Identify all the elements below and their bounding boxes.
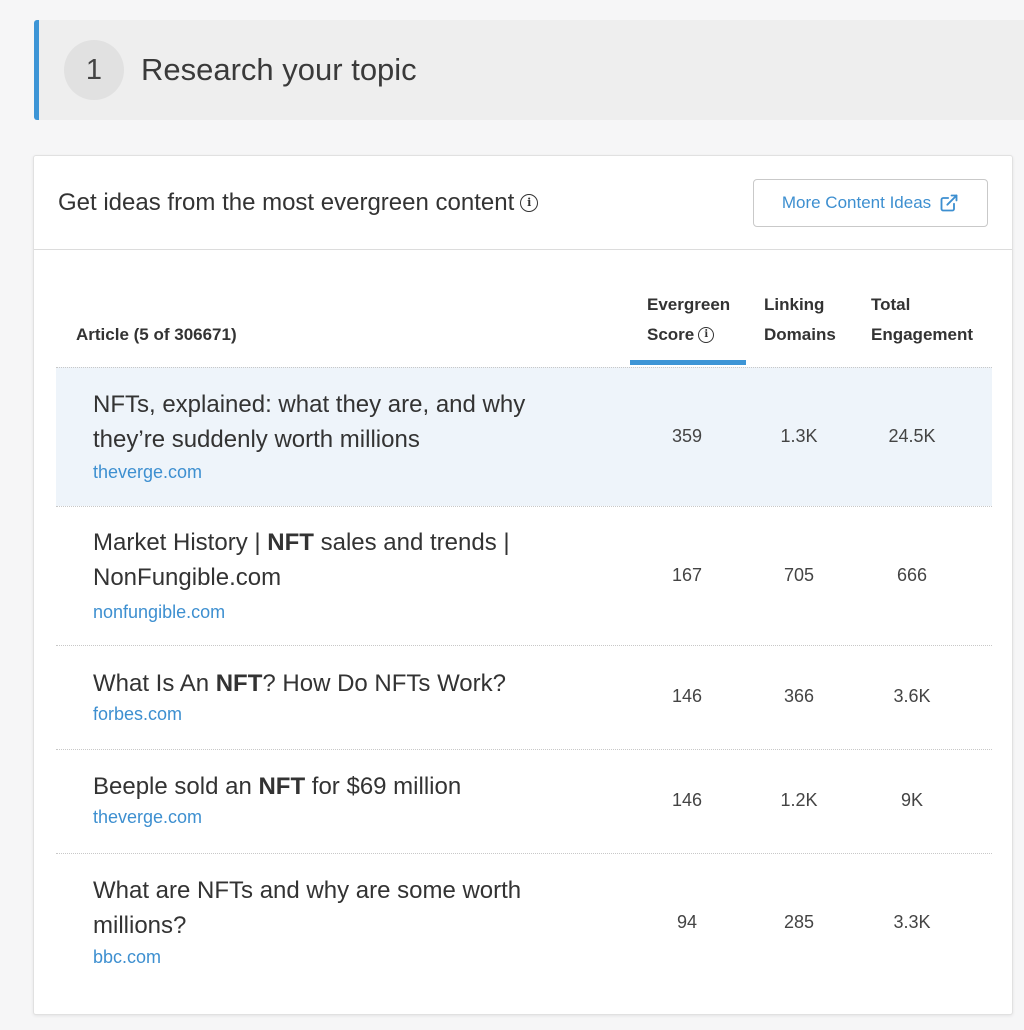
linking-domains-value: 705 [783, 565, 815, 585]
article-title-text-post: for $69 million [305, 773, 462, 800]
article-title-text: What Is An [93, 670, 216, 697]
article-domain-link[interactable]: bbc.com [93, 947, 161, 968]
total-engagement-value: 666 [896, 565, 928, 585]
step-header: 1 Research your topic [34, 20, 1024, 120]
article-title[interactable]: Market History | NFT sales and trends | … [93, 525, 563, 595]
info-icon[interactable]: i [698, 327, 715, 343]
column-header-article[interactable]: Article (5 of 306671) [76, 320, 237, 350]
article-domain-link[interactable]: theverge.com [93, 462, 202, 483]
linking-domains-value: 285 [783, 912, 815, 932]
column-header-linking-domains[interactable]: Linking Domains [764, 290, 836, 350]
evergreen-content-card: Get ideas from the most evergreen conten… [33, 155, 1013, 1015]
evergreen-score-value: 94 [676, 912, 698, 932]
column-header-evergreen-score[interactable]: Evergreen Score i [647, 290, 763, 350]
table-row[interactable]: What Is An NFT? How Do NFTs Work? forbes… [56, 645, 992, 749]
evergreen-score-value: 359 [671, 426, 703, 446]
external-link-icon [940, 194, 958, 211]
article-title-text: Beeple sold an [93, 773, 259, 800]
column-header-linking-line1: Linking [764, 295, 825, 314]
table-row[interactable]: Beeple sold an NFT for $69 million theve… [56, 749, 992, 853]
card-header: Get ideas from the most evergreen conten… [34, 156, 1012, 250]
evergreen-score-value: 146 [671, 686, 703, 706]
linking-domains-value: 366 [783, 686, 815, 706]
column-header-total-engagement[interactable]: Total Engagement [871, 290, 973, 350]
evergreen-score-value: 146 [671, 790, 703, 810]
card-title-text: Get ideas from the most evergreen conten… [58, 188, 515, 216]
linking-domains-value: 1.3K [780, 426, 818, 446]
article-title-text: Market History | [93, 529, 268, 556]
more-content-ideas-label: More Content Ideas [781, 192, 932, 212]
column-header-evergreen-line2: Score [647, 325, 695, 344]
table-row[interactable]: What are NFTs and why are some worth mil… [56, 853, 992, 993]
total-engagement-value: 3.6K [893, 686, 931, 706]
card-title: Get ideas from the most evergreen conten… [58, 188, 539, 217]
table-row[interactable]: Market History | NFT sales and trends | … [56, 506, 992, 645]
article-domain-link[interactable]: theverge.com [93, 807, 202, 828]
article-title-keyword: NFT [215, 670, 263, 697]
article-title-keyword: NFT [258, 773, 306, 800]
column-header-engagement-line1: Total [871, 295, 911, 314]
article-domain-link[interactable]: nonfungible.com [93, 602, 225, 623]
table-header: Article (5 of 306671) Evergreen Score i … [56, 250, 992, 367]
total-engagement-value: 24.5K [888, 426, 936, 446]
table-row[interactable]: NFTs, explained: what they are, and why … [56, 367, 992, 506]
article-title[interactable]: Beeple sold an NFT for $69 million [93, 769, 563, 804]
column-header-linking-line2: Domains [764, 325, 836, 344]
info-icon[interactable]: i [520, 193, 539, 212]
sort-indicator-bar [630, 360, 746, 365]
article-title-keyword: NFT [267, 529, 314, 556]
total-engagement-value: 3.3K [893, 912, 931, 932]
article-title[interactable]: What Is An NFT? How Do NFTs Work? [93, 666, 563, 701]
column-header-evergreen-line1: Evergreen [647, 295, 731, 314]
column-header-engagement-line2: Engagement [871, 325, 974, 344]
article-title-text: NFTs, explained: what they are, and why … [93, 391, 526, 453]
step-number-badge: 1 [64, 40, 124, 100]
article-title-text: What are NFTs and why are some worth mil… [93, 877, 522, 939]
more-content-ideas-button[interactable]: More Content Ideas [753, 178, 988, 227]
step-title: Research your topic [141, 52, 417, 87]
evergreen-score-value: 167 [671, 565, 703, 585]
article-domain-link[interactable]: forbes.com [93, 704, 182, 725]
column-header-evergreen-line2-wrap: Score i [647, 320, 763, 350]
article-title[interactable]: What are NFTs and why are some worth mil… [93, 873, 563, 943]
article-title[interactable]: NFTs, explained: what they are, and why … [93, 387, 563, 457]
articles-table: Article (5 of 306671) Evergreen Score i … [56, 250, 992, 993]
total-engagement-value: 9K [900, 790, 924, 810]
article-title-text-post: ? How Do NFTs Work? [262, 670, 506, 697]
linking-domains-value: 1.2K [780, 790, 818, 810]
